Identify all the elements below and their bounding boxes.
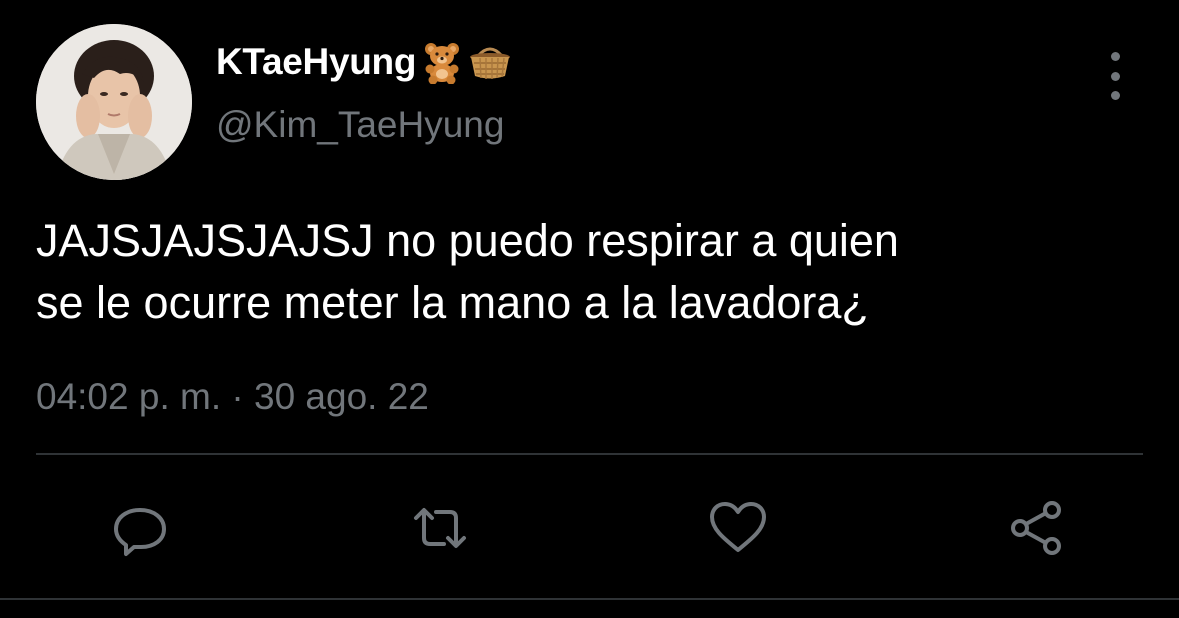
retweet-icon: [414, 508, 466, 548]
author-display-name[interactable]: KTaeHyung: [216, 41, 416, 83]
avatar-photo: [36, 24, 192, 180]
tweet-card: KTaeHyung @Kim_TaeHyung JAJSJAJSJAJSJ no…: [0, 0, 1179, 618]
divider: [36, 453, 1143, 455]
tweet-text: JAJSJAJSJAJSJ no puedo respirar a quien …: [36, 215, 899, 328]
bottom-divider: [0, 598, 1179, 600]
more-options-icon[interactable]: [1100, 52, 1130, 100]
share-icon: [1011, 501, 1061, 555]
author-handle[interactable]: @Kim_TaeHyung: [216, 104, 504, 146]
retweet-button[interactable]: [408, 496, 472, 560]
author-name-row: KTaeHyung: [216, 40, 512, 85]
basket-emoji: [468, 40, 512, 84]
avatar[interactable]: [36, 24, 192, 180]
teddy-bear-emoji: [420, 40, 464, 85]
reply-icon: [114, 508, 166, 556]
like-button[interactable]: [706, 496, 770, 560]
more-dot: [1110, 91, 1120, 100]
share-button[interactable]: [1006, 496, 1070, 560]
more-dot: [1110, 52, 1120, 61]
tweet-timestamp[interactable]: 04:02 p. m. · 30 ago. 22: [36, 376, 429, 418]
reply-button[interactable]: [108, 496, 172, 560]
more-dot: [1110, 71, 1120, 81]
like-icon: [710, 502, 766, 552]
